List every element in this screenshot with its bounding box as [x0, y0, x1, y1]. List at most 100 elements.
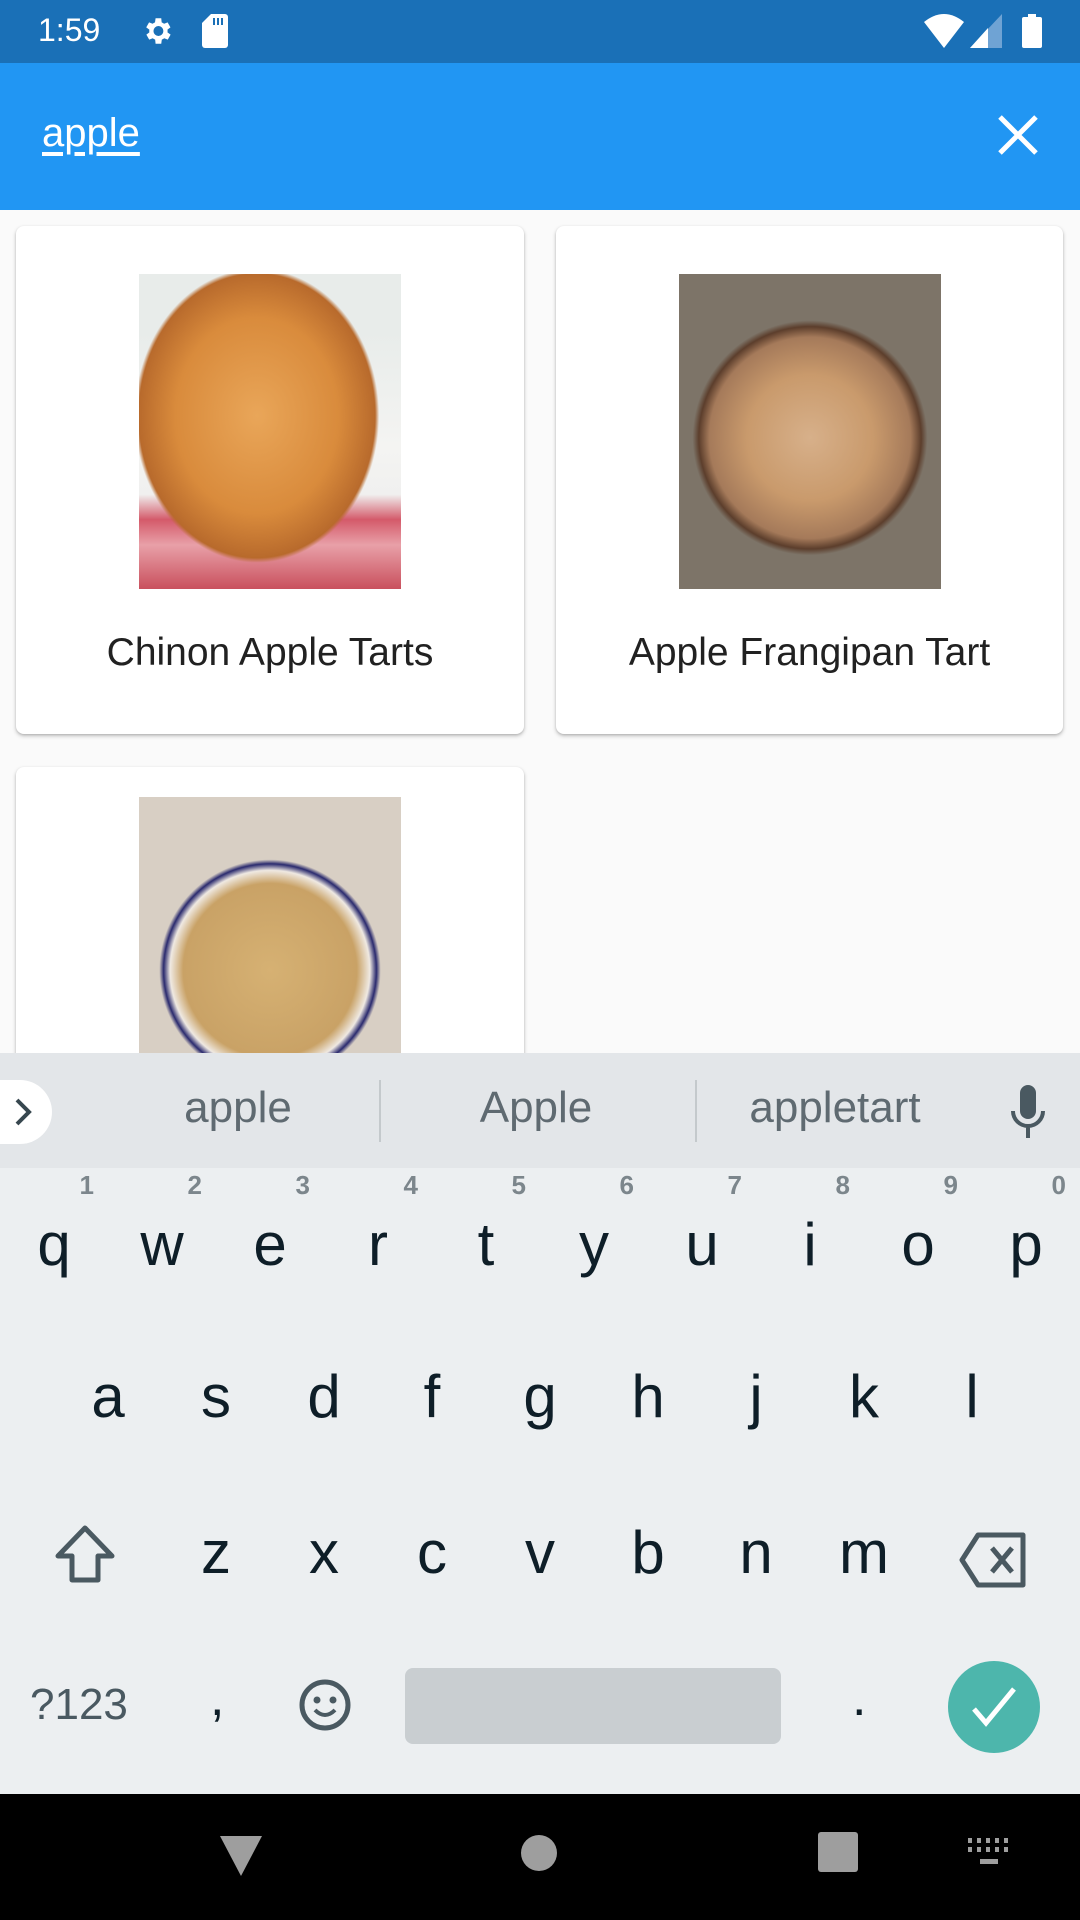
app-bar	[0, 63, 1080, 210]
space-bar[interactable]	[405, 1668, 781, 1744]
recents-icon[interactable]	[818, 1832, 858, 1872]
settings-icon	[146, 18, 171, 44]
expand-toolbar-button[interactable]	[0, 1080, 52, 1144]
key-label: l	[965, 1363, 979, 1430]
key-label: y	[579, 1211, 609, 1278]
key-row-3: z x c v b nm	[162, 1476, 922, 1626]
key-d[interactable]: d	[270, 1320, 378, 1470]
key-label: p	[1009, 1211, 1043, 1278]
key-label: x	[309, 1519, 339, 1586]
key-t[interactable]: t5	[432, 1168, 540, 1318]
key-label: r	[368, 1211, 388, 1278]
key-number-hint: 8	[835, 1170, 850, 1200]
keyboard-suggestion-strip: apple Apple appletart	[0, 1053, 1080, 1168]
key-label: n	[739, 1519, 773, 1586]
recipe-image	[139, 274, 401, 589]
divider	[379, 1080, 381, 1142]
key-number-hint: 2	[187, 1170, 202, 1200]
key-label: b	[631, 1519, 665, 1586]
suggestion[interactable]: apple	[88, 1083, 388, 1133]
navigation-bar	[0, 1794, 1080, 1920]
key-w[interactable]: w2	[108, 1168, 216, 1318]
key-row-1: q1w2e3r4t5y6u7i8o9p0	[0, 1168, 1080, 1318]
keyboard-switch-icon[interactable]	[968, 1838, 1010, 1868]
key-number-hint: 1	[79, 1170, 94, 1200]
key-n[interactable]: n	[702, 1476, 810, 1626]
key-label: z	[201, 1519, 231, 1586]
key-number-hint: 6	[619, 1170, 634, 1200]
key-x[interactable]: x	[270, 1476, 378, 1626]
key-row-2: asdfghjkl	[54, 1320, 1054, 1470]
key-o[interactable]: o9	[864, 1168, 972, 1318]
microphone-icon[interactable]	[1010, 1085, 1046, 1141]
key-number-hint: 0	[1051, 1170, 1066, 1200]
key-l[interactable]: l	[918, 1320, 1026, 1470]
key-g[interactable]: g	[486, 1320, 594, 1470]
recipe-card[interactable]: Chinon Apple Tarts	[16, 226, 524, 734]
enter-button[interactable]	[948, 1661, 1040, 1753]
key-h[interactable]: h	[594, 1320, 702, 1470]
key-label: t	[477, 1211, 495, 1278]
key-label: u	[685, 1211, 719, 1278]
key-label: d	[307, 1363, 341, 1430]
status-bar: 1:59	[0, 0, 1080, 63]
key-y[interactable]: y6	[540, 1168, 648, 1318]
key-label: k	[849, 1363, 879, 1430]
key-label: v	[525, 1519, 555, 1586]
key-p[interactable]: p0	[972, 1168, 1080, 1318]
key-m[interactable]: m	[810, 1476, 918, 1626]
recipe-image	[679, 274, 941, 589]
status-time: 1:59	[38, 12, 101, 48]
symbols-key[interactable]: ?123	[30, 1680, 128, 1730]
keyboard: q1w2e3r4t5y6u7i8o9p0 asdfghjkl zxcvbnm ?…	[0, 1168, 1080, 1794]
check-icon	[972, 1687, 1016, 1727]
key-i[interactable]: i8	[756, 1168, 864, 1318]
key-number-hint: 9	[943, 1170, 958, 1200]
suggestion[interactable]: appletart	[685, 1083, 985, 1133]
key-label: w	[140, 1211, 184, 1278]
key-b[interactable]: b	[594, 1476, 702, 1626]
recipe-title: Apple Frangipan Tart	[628, 631, 991, 674]
key-label: a	[91, 1363, 125, 1430]
key-number-hint: 3	[295, 1170, 310, 1200]
home-icon[interactable]	[520, 1834, 558, 1872]
key-a[interactable]: a	[54, 1320, 162, 1470]
key-c[interactable]: c	[378, 1476, 486, 1626]
key-r[interactable]: r4	[324, 1168, 432, 1318]
key-label: s	[201, 1363, 231, 1430]
key-v[interactable]: v	[486, 1476, 594, 1626]
key-number-hint: 5	[511, 1170, 526, 1200]
key-e[interactable]: e3	[216, 1168, 324, 1318]
search-input[interactable]	[42, 111, 842, 156]
sd-card-icon	[202, 14, 228, 48]
period-key[interactable]: .	[852, 1668, 866, 1728]
close-icon[interactable]	[986, 103, 1050, 167]
shift-icon[interactable]	[54, 1524, 116, 1584]
battery-icon	[1022, 14, 1042, 48]
key-z[interactable]: z	[162, 1476, 270, 1626]
wifi-icon	[924, 14, 964, 48]
key-label: m	[839, 1519, 889, 1586]
back-icon[interactable]	[220, 1834, 262, 1876]
key-label: h	[631, 1363, 665, 1430]
key-number-hint: 4	[403, 1170, 418, 1200]
emoji-icon[interactable]	[298, 1678, 352, 1732]
recipe-card[interactable]: Apple Frangipan Tart	[556, 226, 1063, 734]
key-label: i	[803, 1211, 817, 1278]
signal-icon	[970, 14, 1002, 48]
key-u[interactable]: u7	[648, 1168, 756, 1318]
key-label: g	[523, 1363, 557, 1430]
recipe-title: Chinon Apple Tarts	[106, 631, 434, 674]
key-q[interactable]: q1	[0, 1168, 108, 1318]
backspace-icon[interactable]	[958, 1532, 1028, 1588]
key-f[interactable]: f	[378, 1320, 486, 1470]
key-label: q	[37, 1211, 71, 1278]
key-s[interactable]: s	[162, 1320, 270, 1470]
comma-key[interactable]: ,	[210, 1668, 224, 1728]
suggestion[interactable]: Apple	[386, 1083, 686, 1133]
key-label: c	[417, 1519, 447, 1586]
key-label: j	[749, 1363, 763, 1430]
key-label: f	[423, 1363, 441, 1430]
key-j[interactable]: j	[702, 1320, 810, 1470]
key-k[interactable]: k	[810, 1320, 918, 1470]
